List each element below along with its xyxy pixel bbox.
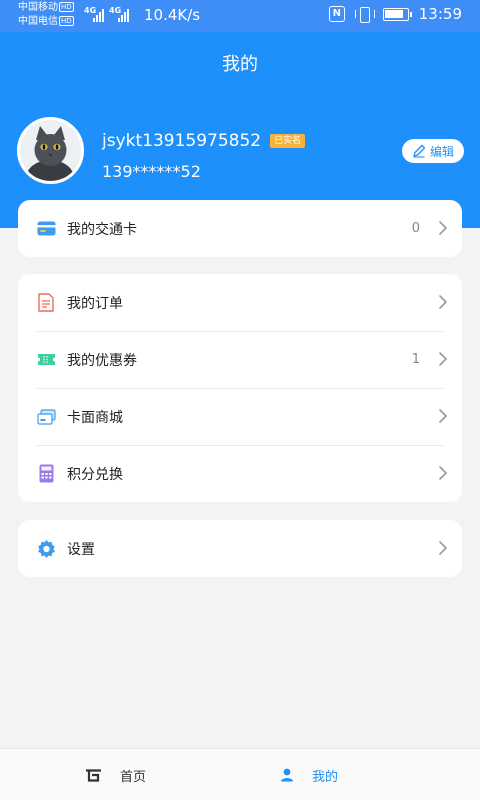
item-count: 1 [411, 352, 420, 367]
chevron-right-icon [439, 541, 447, 555]
menu-item-label: 我的交通卡 [67, 221, 137, 238]
settings-icon [36, 539, 56, 559]
bottom-tab-bar: 首页 我的 [0, 748, 480, 800]
hd-badge: HD [59, 2, 74, 12]
signal-icon: 4G [84, 6, 104, 22]
tab-home-label: 首页 [120, 769, 147, 785]
clock: 13:59 [418, 5, 462, 23]
menu-item-card-store[interactable]: 卡面商城 [18, 388, 462, 445]
vibrate-icon [354, 6, 375, 23]
chevron-right-icon [439, 409, 447, 423]
verified-badge: 已实名 [270, 134, 306, 148]
menu-item-transit-card[interactable]: 我的交通卡 0 [18, 200, 462, 257]
username: jsykt13915975852 已实名 [102, 131, 306, 151]
menu-item-coupons[interactable]: 我的优惠券 1 [18, 331, 462, 388]
item-count: 0 [411, 221, 420, 236]
chevron-right-icon [439, 221, 447, 235]
menu-item-points-exchange[interactable]: 积分兑换 [18, 445, 462, 502]
pencil-icon [413, 144, 426, 158]
services-section: 我的订单 我的优惠券 1 卡面商城 积分兑换 [18, 274, 462, 502]
chevron-right-icon [439, 466, 447, 480]
menu-item-label: 设置 [67, 541, 95, 558]
nfc-icon: N [328, 6, 345, 22]
coupon-icon [36, 350, 56, 370]
edit-label: 编辑 [429, 144, 454, 159]
avatar[interactable] [17, 117, 84, 184]
chevron-right-icon [439, 352, 447, 366]
tab-mine[interactable]: 我的 [280, 749, 338, 800]
user-icon [281, 768, 293, 782]
edit-profile-button[interactable]: 编辑 [402, 139, 464, 163]
home-logo-icon [86, 768, 101, 782]
page-title: 我的 [222, 54, 258, 75]
carrier-2: 中国电信 [18, 16, 58, 27]
status-bar: 中国移动 HD 中国电信 HD 4G 4G 10.4K/s N 13:59 [0, 0, 480, 32]
menu-item-settings[interactable]: 设置 [18, 520, 462, 577]
battery-icon [382, 7, 412, 21]
card-store-icon [36, 407, 56, 427]
menu-item-label: 我的订单 [67, 295, 123, 312]
network-speed: 10.4K/s [144, 6, 201, 24]
carrier-1: 中国移动 [18, 2, 58, 13]
hd-badge: HD [59, 16, 74, 26]
chevron-right-icon [439, 295, 447, 309]
points-exchange-icon [36, 464, 56, 484]
menu-item-orders[interactable]: 我的订单 [18, 274, 462, 331]
username-text: jsykt13915975852 [102, 131, 262, 151]
signal-icon: 4G [109, 6, 129, 22]
menu-item-label: 积分兑换 [67, 466, 123, 483]
order-icon [36, 293, 56, 313]
signal-icons: 4G 4G [84, 6, 129, 22]
phone-number: 139******52 [102, 162, 201, 181]
tab-mine-label: 我的 [312, 769, 339, 785]
tab-home[interactable]: 首页 [85, 749, 146, 800]
settings-section: 设置 [18, 520, 462, 577]
menu-item-label: 卡面商城 [67, 409, 123, 426]
transit-card-icon [36, 219, 56, 239]
carrier-info: 中国移动 HD 中国电信 HD [18, 1, 74, 29]
transit-card-section: 我的交通卡 0 [18, 200, 462, 257]
menu-item-label: 我的优惠券 [67, 352, 137, 369]
